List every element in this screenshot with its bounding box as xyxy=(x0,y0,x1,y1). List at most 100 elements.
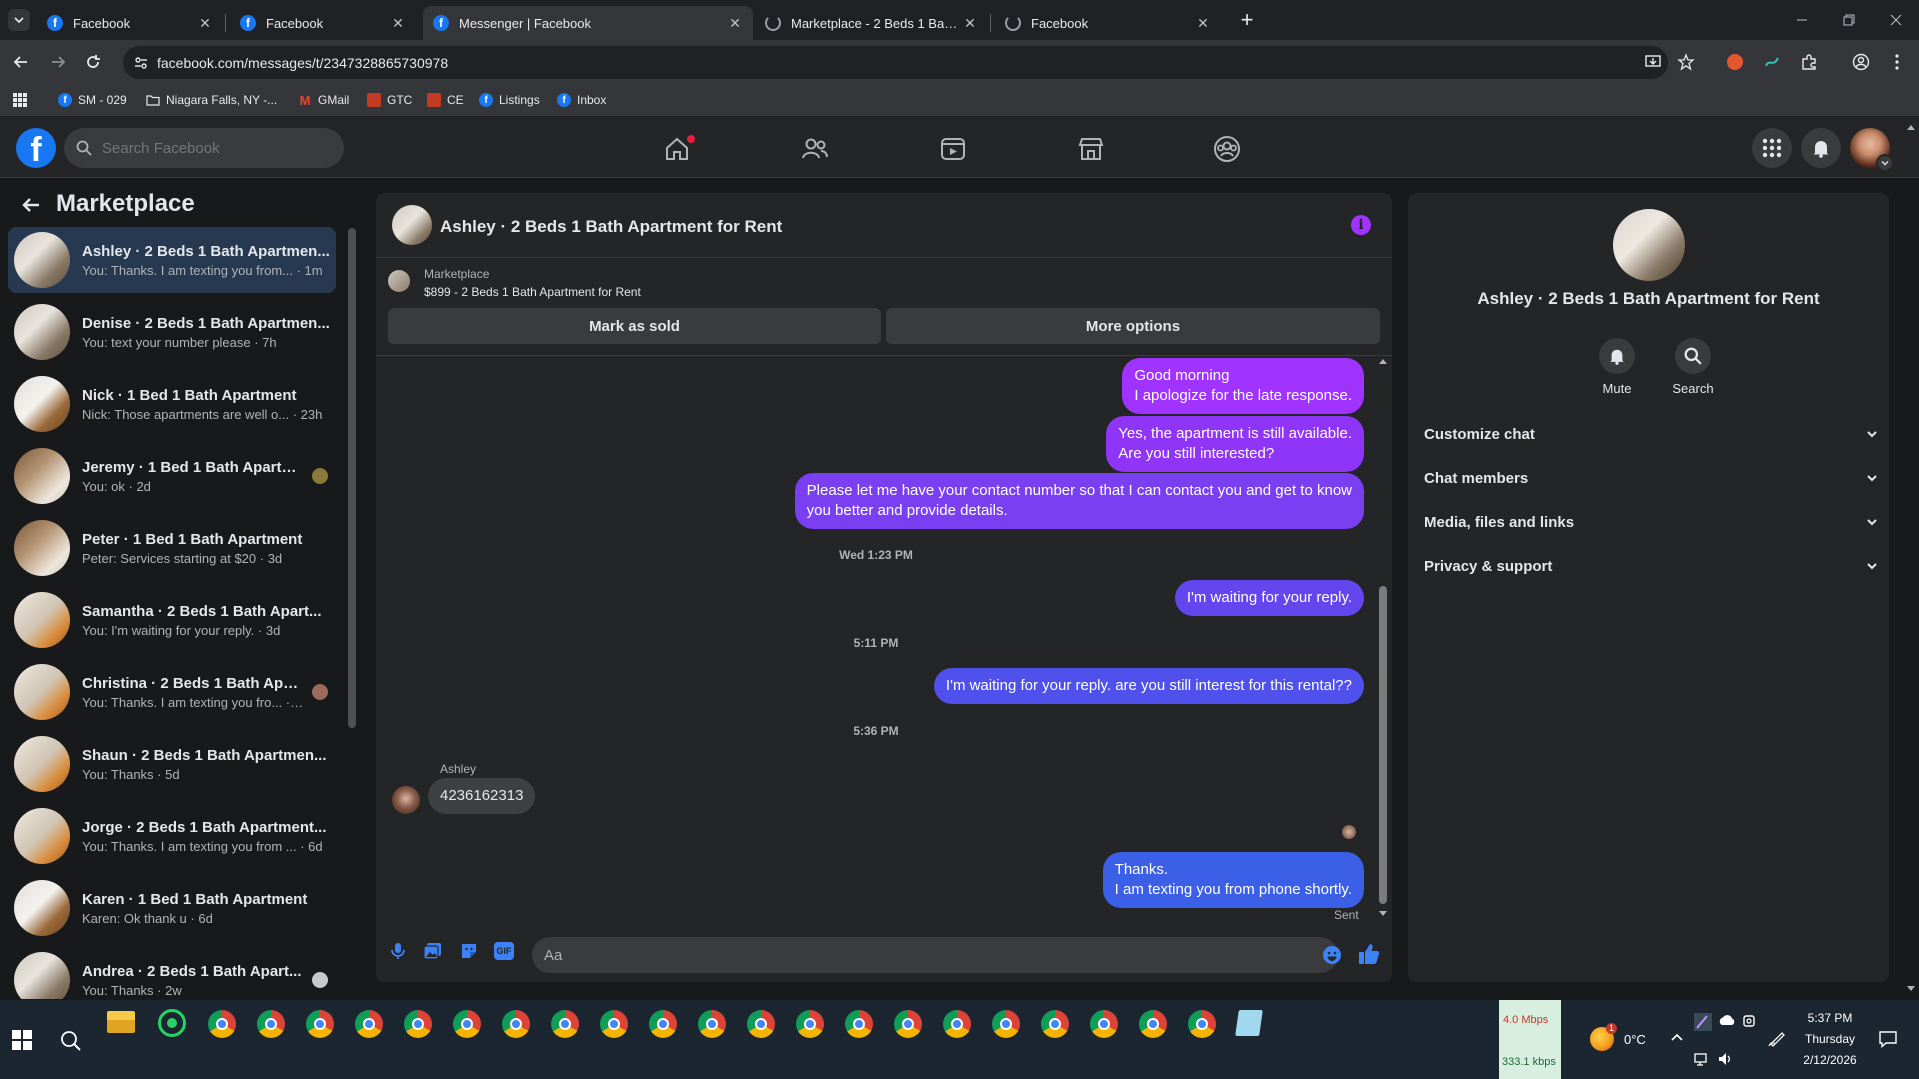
menu-button[interactable] xyxy=(1752,128,1792,168)
chrome-app-icon[interactable] xyxy=(551,1010,579,1038)
chrome-app-icon[interactable] xyxy=(894,1010,922,1038)
chat-header-avatar[interactable] xyxy=(392,205,432,245)
conversation-item[interactable]: Jeremy · 1 Bed 1 Bath Apartm... You: ok ·… xyxy=(8,443,336,509)
tab-search-button[interactable] xyxy=(8,9,30,31)
page-scroll-down-icon[interactable] xyxy=(1907,986,1915,992)
clock[interactable]: 5:37 PM Thursday 2/12/2026 xyxy=(1790,1008,1870,1071)
pen-tray-icon[interactable] xyxy=(1694,1013,1712,1031)
apps-grid-icon[interactable] xyxy=(12,92,28,108)
window-restore-button[interactable] xyxy=(1839,10,1859,30)
page-scroll-up-icon[interactable] xyxy=(1907,124,1915,130)
back-arrow-button[interactable] xyxy=(20,194,42,216)
chrome-app-icon[interactable] xyxy=(502,1010,530,1038)
mute-button[interactable]: Mute xyxy=(1592,338,1642,396)
mark-as-sold-button[interactable]: Mark as sold xyxy=(388,308,881,344)
search-in-conversation-button[interactable]: Search xyxy=(1663,338,1723,396)
listing-detail[interactable]: $899 - 2 Beds 1 Bath Apartment for Rent xyxy=(424,285,641,299)
conversation-item[interactable]: Andrea · 2 Beds 1 Bath Apart... You: Than… xyxy=(8,947,336,999)
conversation-item[interactable]: Shaun · 2 Beds 1 Bath Apartmen... You: Th… xyxy=(8,731,336,797)
install-app-icon[interactable] xyxy=(1644,53,1662,71)
browser-tab-active[interactable]: f Messenger | Facebook ✕ xyxy=(423,6,753,40)
reload-button[interactable] xyxy=(84,53,102,71)
start-button[interactable] xyxy=(12,1030,32,1050)
notepad-app-icon[interactable] xyxy=(1235,1010,1263,1036)
outgoing-message[interactable]: I'm waiting for your reply. are you stil… xyxy=(933,668,1364,704)
search-input[interactable] xyxy=(100,138,324,158)
chrome-app-icon[interactable] xyxy=(796,1010,824,1038)
tab-close-icon[interactable]: ✕ xyxy=(725,15,745,32)
chrome-app-icon[interactable] xyxy=(1139,1010,1167,1038)
bookmark-gtc[interactable]: GTC xyxy=(367,90,412,110)
taskbar-search-button[interactable] xyxy=(60,1030,82,1052)
nav-marketplace-button[interactable] xyxy=(1076,134,1106,164)
chat-scroll-down-icon[interactable] xyxy=(1379,911,1387,917)
chrome-app-icon[interactable] xyxy=(698,1010,726,1038)
chrome-app-icon[interactable] xyxy=(747,1010,775,1038)
chrome-app-icon[interactable] xyxy=(453,1010,481,1038)
sticker-button[interactable] xyxy=(459,941,479,961)
chrome-app-icon[interactable] xyxy=(1188,1010,1216,1038)
nav-friends-button[interactable] xyxy=(800,134,830,164)
chat-scrollbar[interactable] xyxy=(1379,586,1387,904)
incoming-message[interactable]: 4236162313 xyxy=(428,778,536,814)
chrome-app-icon[interactable] xyxy=(1090,1010,1118,1038)
bookmark-star-icon[interactable] xyxy=(1677,53,1695,71)
conversation-avatar[interactable] xyxy=(1613,209,1685,281)
accordion-media-files-links[interactable]: Media, files and links xyxy=(1424,504,1879,540)
back-button[interactable] xyxy=(12,53,30,71)
profile-icon[interactable] xyxy=(1852,53,1870,71)
chrome-app-icon[interactable] xyxy=(600,1010,628,1038)
window-close-button[interactable] xyxy=(1886,10,1906,30)
accordion-privacy-support[interactable]: Privacy & support xyxy=(1424,548,1879,584)
browser-tab[interactable]: f Facebook ✕ xyxy=(230,6,416,40)
outgoing-message[interactable]: Yes, the apartment is still available. A… xyxy=(1106,416,1364,472)
extension-icon[interactable] xyxy=(1727,54,1743,70)
onedrive-icon[interactable] xyxy=(1718,1013,1736,1027)
pen-workspace-icon[interactable] xyxy=(1768,1029,1786,1047)
bookmark-inbox[interactable]: f Inbox xyxy=(557,90,606,110)
action-center-button[interactable] xyxy=(1878,1030,1898,1048)
listing-thumbnail[interactable] xyxy=(388,270,410,292)
conversation-info-button[interactable]: i xyxy=(1351,215,1371,235)
conversation-item[interactable]: Christina · 2 Beds 1 Bath Apart... You: T… xyxy=(8,659,336,725)
chat-scroll-up-icon[interactable] xyxy=(1379,358,1387,364)
search-facebook-field[interactable] xyxy=(64,128,344,168)
gif-button[interactable]: GIF xyxy=(494,942,514,960)
chrome-app-icon[interactable] xyxy=(257,1010,285,1038)
attach-media-button[interactable] xyxy=(423,941,443,961)
chrome-app-icon[interactable] xyxy=(306,1010,334,1038)
site-info-icon[interactable] xyxy=(133,55,149,71)
conversation-item[interactable]: Denise · 2 Beds 1 Bath Apartmen... You: t… xyxy=(8,299,336,365)
voice-clip-button[interactable] xyxy=(388,941,408,961)
nav-groups-button[interactable] xyxy=(1212,134,1242,164)
chrome-app-icon[interactable] xyxy=(992,1010,1020,1038)
facebook-logo-icon[interactable]: f xyxy=(16,128,56,168)
bookmark-gmail[interactable]: M GMail xyxy=(298,90,350,110)
browser-menu-icon[interactable] xyxy=(1894,53,1900,71)
tray-overflow-icon[interactable] xyxy=(1670,1032,1684,1042)
extensions-puzzle-icon[interactable] xyxy=(1800,53,1818,71)
tab-close-icon[interactable]: ✕ xyxy=(960,15,980,32)
more-options-button[interactable]: More options xyxy=(886,308,1380,344)
network-icon[interactable] xyxy=(1694,1052,1710,1066)
extension-icon[interactable] xyxy=(1764,54,1780,70)
chrome-app-icon[interactable] xyxy=(208,1010,236,1038)
outgoing-message[interactable]: I'm waiting for your reply. xyxy=(1174,580,1364,616)
chrome-app-icon[interactable] xyxy=(649,1010,677,1038)
account-chevron-icon[interactable] xyxy=(1876,154,1894,172)
outgoing-message[interactable]: Good morning I apologize for the late re… xyxy=(1122,358,1364,414)
chrome-app-icon[interactable] xyxy=(943,1010,971,1038)
browser-tab[interactable]: Facebook ✕ xyxy=(995,6,1221,40)
sidebar-scrollbar[interactable] xyxy=(348,228,356,728)
chrome-app-icon[interactable] xyxy=(355,1010,383,1038)
volume-icon[interactable] xyxy=(1718,1052,1734,1066)
chrome-app-icon[interactable] xyxy=(404,1010,432,1038)
bookmark-ce[interactable]: CE xyxy=(427,90,464,110)
nav-video-button[interactable] xyxy=(938,134,968,164)
outgoing-message[interactable]: Thanks. I am texting you from phone shor… xyxy=(1102,852,1364,908)
conversation-item[interactable]: Karen · 1 Bed 1 Bath Apartment Karen: Ok … xyxy=(8,875,336,941)
conversation-item[interactable]: Nick · 1 Bed 1 Bath Apartment Nick: Those… xyxy=(8,371,336,437)
outgoing-message[interactable]: Please let me have your contact number s… xyxy=(794,473,1364,529)
conversation-item[interactable]: Peter · 1 Bed 1 Bath Apartment Peter: Ser… xyxy=(8,515,336,581)
accordion-chat-members[interactable]: Chat members xyxy=(1424,460,1879,496)
